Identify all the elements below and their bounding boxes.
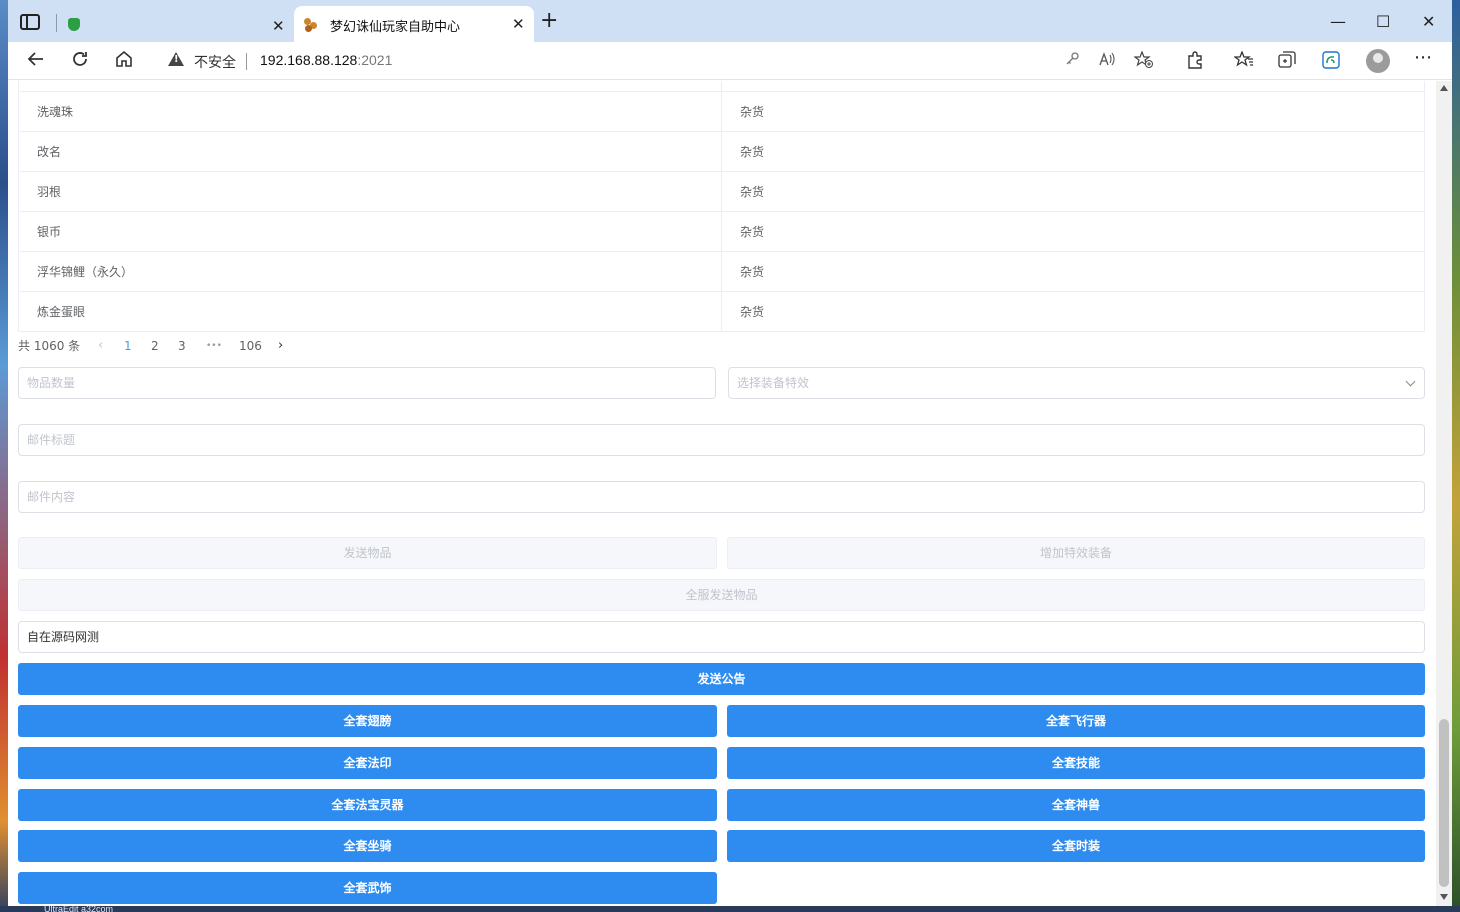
add-favorite-icon[interactable] [1133,50,1154,74]
full-set-fashion-button[interactable]: 全套时装 [727,830,1425,862]
item-name: 羽根 [18,171,722,212]
more-menu-icon[interactable]: ⋯ [1414,48,1432,68]
item-name: 洗魂珠 [18,91,722,132]
insecure-label: 不安全 [194,55,236,71]
prev-page-button[interactable]: ‹ [98,336,103,356]
tab-active[interactable]: 梦幻诛仙玩家自助中心 ✕ [294,6,534,42]
next-page-button[interactable]: › [278,336,283,356]
item-type: 杂货 [721,131,1425,172]
mail-content-input[interactable]: 邮件内容 [18,481,1425,513]
page-content: 洗魂珠 杂货 改名 杂货 羽根 杂货 银币 杂货 浮华锦鲤（永久） 杂货 炼金蛋… [8,81,1434,906]
announcement-input[interactable]: 自在源码网测 [18,621,1425,653]
table-row[interactable]: 银币 杂货 [18,211,1425,252]
server-send-item-button[interactable]: 全服发送物品 [18,579,1425,611]
extensions-icon[interactable] [1186,51,1204,74]
table-row[interactable]: 洗魂珠 杂货 [18,91,1425,132]
item-name: 银币 [18,211,722,252]
scroll-up-icon[interactable] [1440,85,1448,91]
item-type: 杂货 [721,171,1425,212]
tab-title: 梦幻诛仙玩家自助中心 [330,20,461,35]
minimize-button[interactable]: — [1330,12,1346,31]
refresh-icon[interactable] [70,49,90,74]
full-set-weapon-decor-button[interactable]: 全套武饰 [18,872,717,904]
tab-actions-icon[interactable] [20,14,40,30]
item-type: 杂货 [721,251,1425,292]
address-bar[interactable]: 不安全 192.168.88.128:2021 [154,46,1154,76]
effect-select-placeholder: 选择装备特效 [737,376,810,390]
item-type: 杂货 [721,211,1425,252]
effect-select[interactable]: 选择装备特效 [728,367,1425,399]
warning-icon [168,52,184,66]
browser-window: ✕ 梦幻诛仙玩家自助中心 ✕ + — ☐ ✕ 不安全 192.168.88.12… [8,0,1452,906]
page-1[interactable]: 1 [124,336,132,356]
full-set-skills-button[interactable]: 全套技能 [727,747,1425,779]
page-3[interactable]: 3 [178,336,186,356]
full-set-seal-button[interactable]: 全套法印 [18,747,717,779]
page-ellipsis[interactable]: ••• [206,336,222,356]
game-favicon-icon [304,18,320,32]
tab-close-icon[interactable]: ✕ [272,17,285,35]
page-106[interactable]: 106 [239,336,262,356]
read-aloud-icon[interactable] [1098,51,1116,72]
item-type: 杂货 [721,291,1425,332]
edge-bar-icon[interactable] [1322,51,1340,74]
quantity-input[interactable]: 物品数量 [18,367,716,399]
close-window-button[interactable]: ✕ [1422,12,1435,31]
scroll-thumb[interactable] [1439,719,1449,887]
item-name: 浮华锦鲤（永久） [18,251,722,292]
item-name: 改名 [18,131,722,172]
send-item-button[interactable]: 发送物品 [18,537,717,569]
new-tab-button[interactable]: + [540,10,558,32]
table-row[interactable]: 羽根 杂货 [18,171,1425,212]
pagination: 共 1060 条 ‹ 1 2 3 ••• 106 › [18,336,418,356]
table-row[interactable]: 炼金蛋眼 杂货 [18,291,1425,332]
table-row[interactable]: 改名 杂货 [18,131,1425,172]
page-2[interactable]: 2 [151,336,159,356]
full-set-beast-button[interactable]: 全套神兽 [727,789,1425,821]
desktop-left-edge [0,0,8,912]
key-icon[interactable] [1064,51,1080,72]
full-set-treasure-button[interactable]: 全套法宝灵器 [18,789,717,821]
collections-icon[interactable] [1278,51,1296,74]
table-row[interactable]: 浮华锦鲤（永久） 杂货 [18,251,1425,292]
navigation-bar: 不安全 192.168.88.128:2021 ⋯ [8,42,1452,80]
tab-close-icon[interactable]: ✕ [512,15,525,33]
items-table: 洗魂珠 杂货 改名 杂货 羽根 杂货 银币 杂货 浮华锦鲤（永久） 杂货 炼金蛋… [18,81,1425,332]
tab-separator [56,14,57,32]
tab-inactive[interactable]: ✕ [60,8,292,42]
full-set-aircraft-button[interactable]: 全套飞行器 [727,705,1425,737]
mail-title-input[interactable]: 邮件标题 [18,424,1425,456]
full-set-mount-button[interactable]: 全套坐骑 [18,830,717,862]
page-scrollbar[interactable] [1436,81,1452,906]
chevron-down-icon [1405,376,1416,387]
url-host: 192.168.88.128 [260,52,358,68]
shield-favicon-icon [68,18,80,31]
send-announcement-button[interactable]: 发送公告 [18,663,1425,695]
back-icon[interactable] [26,49,46,74]
taskbar-text: UltraEdit a32com [44,906,114,912]
item-name: 炼金蛋眼 [18,291,722,332]
maximize-button[interactable]: ☐ [1376,12,1390,31]
scroll-down-icon[interactable] [1440,894,1448,900]
home-icon[interactable] [114,49,134,74]
url-text[interactable]: 192.168.88.128:2021 [260,52,392,68]
full-set-wings-button[interactable]: 全套翅膀 [18,705,717,737]
omnibox-separator [246,53,247,70]
taskbar [0,906,1460,912]
desktop-right-edge [1452,0,1460,912]
favorites-icon[interactable] [1233,50,1254,74]
tab-strip: ✕ 梦幻诛仙玩家自助中心 ✕ + — ☐ ✕ [8,0,1452,42]
profile-avatar[interactable] [1366,49,1390,73]
add-effect-equipment-button[interactable]: 增加特效装备 [727,537,1425,569]
url-port: :2021 [357,52,393,68]
item-type: 杂货 [721,91,1425,132]
pagination-total: 共 1060 条 [18,339,81,353]
